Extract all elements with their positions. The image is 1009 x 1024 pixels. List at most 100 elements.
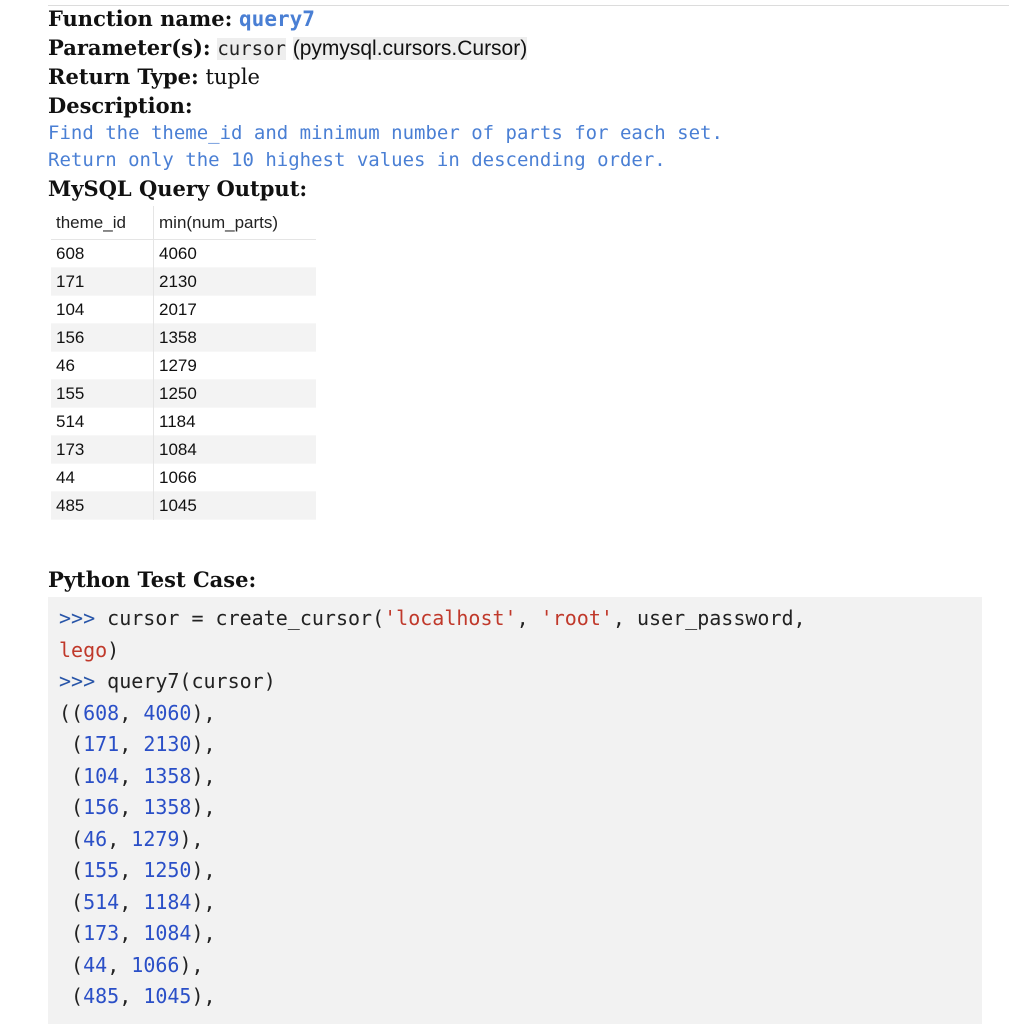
code-text: ,: [107, 826, 132, 851]
code-text: (: [59, 858, 84, 882]
cell-min-parts: 4060: [159, 243, 197, 263]
cell-theme-id: 104: [51, 295, 154, 324]
code-text: (: [59, 889, 84, 914]
cell-min-parts: 1045: [159, 495, 197, 515]
code-text: ),: [179, 826, 204, 851]
code-text: query7(cursor): [95, 669, 276, 693]
parameters-row: Parameter(s): cursor (pymysql.cursors.Cu…: [48, 33, 998, 62]
result-tuple-line: (156, 1358),: [59, 792, 982, 824]
code-text: ,: [119, 763, 144, 788]
code-text: ,: [107, 952, 132, 977]
return-type-row: Return Type: tuple: [48, 62, 998, 91]
code-text: ((: [59, 700, 84, 725]
mysql-output-table: theme_id min(num_parts) 608 4060 171 2130 …: [51, 206, 316, 520]
table-row: 608 4060: [51, 239, 316, 268]
code-line: >>> cursor = create_cursor('localhost' , …: [59, 603, 982, 635]
code-text: ,: [119, 921, 144, 945]
parameter-type: pymysql.cursors.Cursor: [299, 37, 521, 60]
result-tuple-list: ((608, 4060), (171, 2130), (104, 1358), …: [59, 698, 982, 1013]
tuple-min-parts: 1045: [143, 984, 192, 1008]
tuple-theme-id: 173: [83, 921, 120, 945]
repl-prompt: >>>: [59, 669, 96, 693]
code-text: cursor = create_cursor(: [95, 606, 385, 630]
result-tuple-line: (485, 1045),: [59, 981, 982, 1013]
tuple-min-parts: 2130: [143, 732, 192, 756]
result-tuple-line: (104, 1358),: [59, 761, 982, 793]
result-tuple-line: (171, 2130),: [59, 729, 982, 761]
column-header-min-num-parts: min(num_parts): [153, 206, 316, 240]
code-line: >>> query7(cursor): [59, 666, 982, 698]
cell-theme-id: 485: [51, 491, 154, 520]
tuple-min-parts: 1250: [143, 858, 192, 882]
code-text: ,: [119, 984, 144, 1008]
tuple-theme-id: 155: [83, 858, 120, 882]
result-tuple-line: (514, 1184),: [59, 887, 982, 919]
code-text: ,: [119, 732, 144, 756]
result-tuple-line: (173, 1084),: [59, 918, 982, 950]
cell-theme-id: 173: [51, 435, 154, 464]
cell-min-parts: 1184: [159, 411, 196, 431]
tuple-min-parts: 4060: [143, 700, 192, 725]
tuple-theme-id: 485: [83, 984, 120, 1008]
table-row: 173 1084: [51, 435, 316, 464]
code-text: (: [59, 732, 84, 756]
tuple-theme-id: 156: [83, 795, 120, 819]
cell-theme-id: 514: [51, 407, 154, 436]
code-text: ),: [179, 952, 204, 977]
code-text: (: [59, 921, 84, 945]
tuple-theme-id: 608: [83, 700, 120, 725]
table-row: 46 1279: [51, 351, 316, 380]
parameter-type-open: (: [292, 37, 300, 60]
tuple-min-parts: 1358: [143, 763, 192, 788]
python-test-case-title: Python Test Case:: [48, 567, 257, 592]
table-row: 514 1184: [51, 407, 316, 436]
table-row: 171 2130: [51, 267, 316, 296]
tuple-theme-id: 46: [83, 826, 108, 851]
parameters-label: Parameter(s):: [48, 35, 211, 60]
tuple-min-parts: 1184: [143, 889, 192, 914]
code-text: ),: [191, 763, 216, 788]
code-text: ),: [191, 858, 216, 882]
tuple-theme-id: 104: [83, 763, 120, 788]
function-name-label: Function name:: [48, 6, 233, 31]
cell-min-parts: 1358: [159, 327, 197, 347]
code-text: (: [59, 763, 84, 788]
result-tuple-line: (155, 1250),: [59, 855, 982, 887]
cell-theme-id: 46: [51, 351, 154, 380]
code-separator: ,: [516, 606, 541, 630]
code-text: ),: [191, 732, 216, 756]
code-text: ,: [119, 795, 144, 819]
code-text: ,: [119, 889, 144, 914]
code-text: (: [59, 984, 84, 1008]
cell-min-parts: 1066: [159, 467, 197, 487]
result-tuple-line: (46, 1279),: [59, 824, 982, 856]
description-label-row: Description:: [48, 91, 998, 120]
parameter-name: cursor: [217, 38, 286, 60]
cell-theme-id: 608: [51, 239, 154, 268]
description-line: Find the theme_id and minimum number of …: [48, 122, 723, 144]
code-string: 'localhost': [384, 606, 517, 630]
code-text: ),: [191, 795, 216, 819]
code-text: , user_password,: [612, 606, 806, 630]
description-label: Description:: [48, 93, 193, 118]
code-text: ),: [191, 921, 216, 945]
result-tuple-line: ((608, 4060),: [59, 698, 982, 730]
cell-min-parts: 2130: [159, 271, 197, 291]
code-string: lego: [59, 637, 108, 662]
parameter-type-close: ): [520, 37, 528, 60]
table-row: 156 1358: [51, 323, 316, 352]
cell-min-parts: 2017: [159, 299, 197, 319]
tuple-min-parts: 1279: [131, 826, 180, 851]
code-text: ),: [191, 889, 216, 914]
code-text: (: [59, 795, 84, 819]
description-line: Return only the 10 highest values in des…: [48, 149, 666, 171]
tuple-theme-id: 514: [83, 889, 120, 914]
function-spec: Function name: query7 Parameter(s): curs…: [48, 4, 998, 520]
tuple-theme-id: 171: [83, 732, 120, 756]
code-text: (: [59, 952, 84, 977]
tuple-theme-id: 44: [83, 952, 108, 977]
code-string: 'root': [540, 606, 613, 630]
tuple-min-parts: 1066: [131, 952, 180, 977]
cell-theme-id: 156: [51, 323, 154, 352]
table-row: 44 1066: [51, 463, 316, 492]
